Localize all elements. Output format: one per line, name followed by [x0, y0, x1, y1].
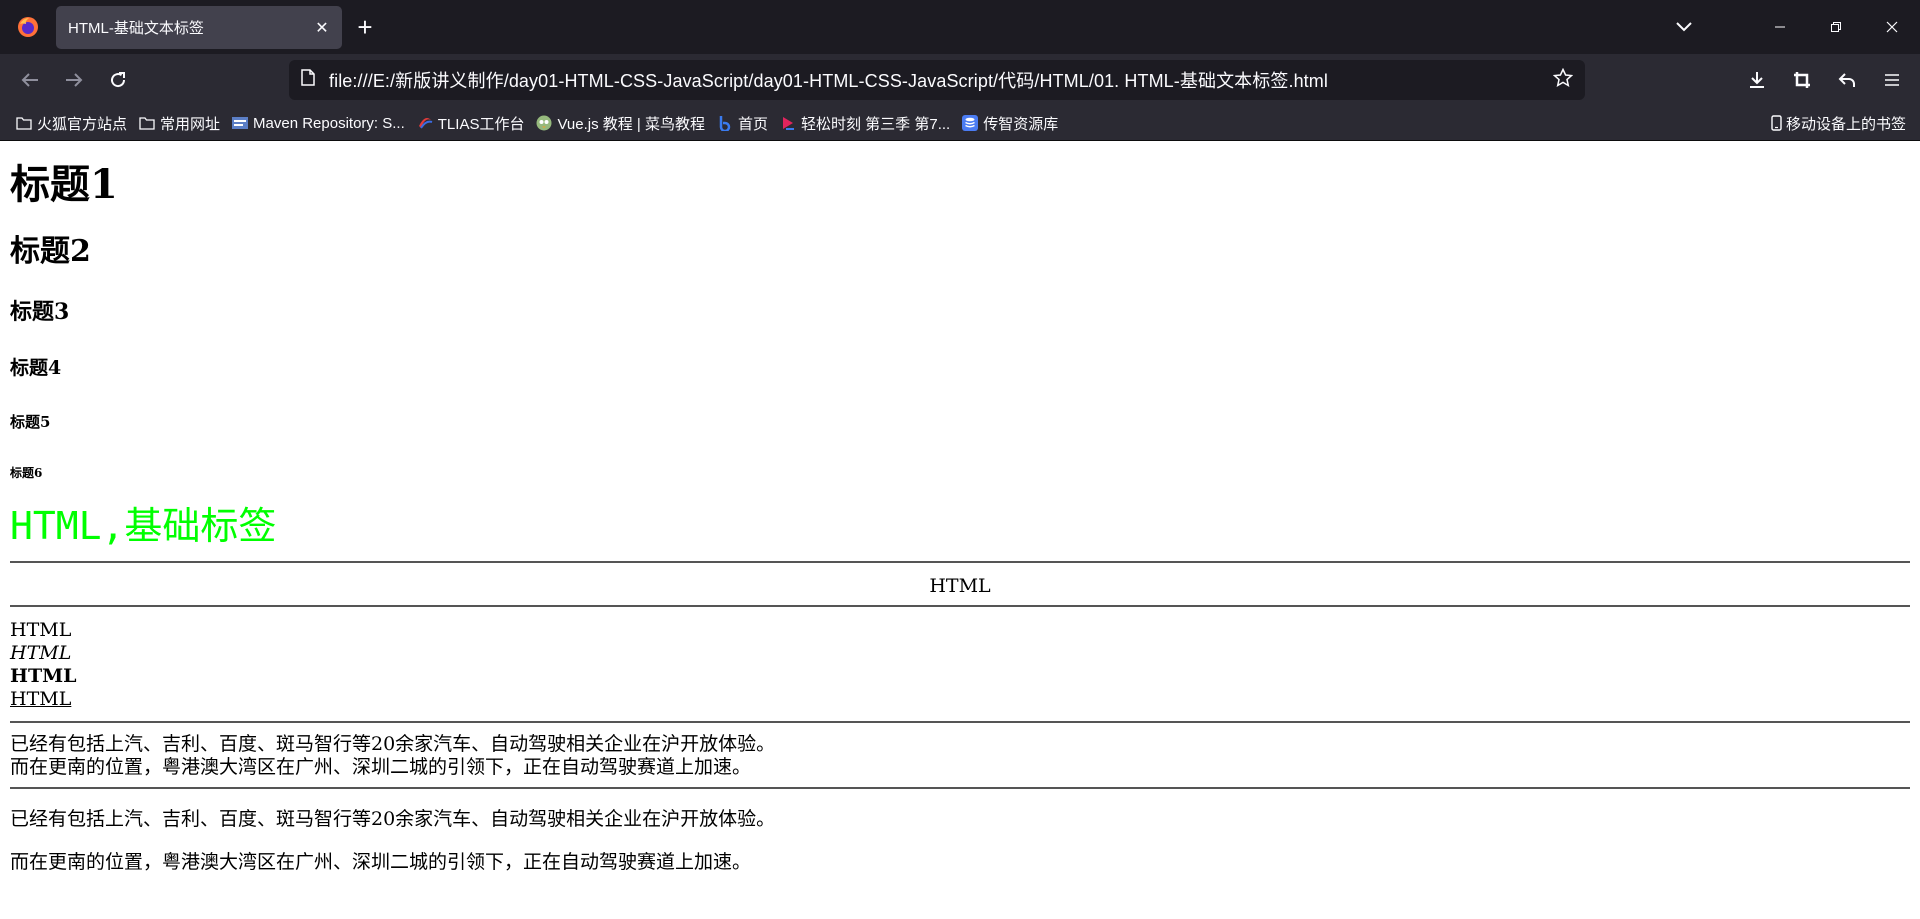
bookmark-item[interactable]: 首页 [713, 109, 772, 137]
paragraph: 而在更南的位置，粤港澳大湾区在广州、深圳二城的引领下，正在自动驾驶赛道上加速。 [10, 851, 752, 873]
navigation-toolbar: file:///E:/新版讲义制作/day01-HTML-CSS-JavaScr… [0, 54, 1920, 106]
close-tab-icon[interactable]: ✕ [312, 18, 332, 38]
page-file-icon [301, 69, 315, 91]
line-break-paragraph: 已经有包括上汽、吉利、百度、斑马智行等20余家汽车、自动驾驶相关企业在沪开放体验… [10, 733, 1910, 779]
tab-title: HTML-基础文本标签 [68, 20, 204, 37]
plain-text: HTML [10, 619, 72, 641]
heading-3: 标题3 [10, 299, 70, 325]
folder-icon [139, 115, 155, 131]
heading-5: 标题5 [10, 413, 51, 431]
heading-6: 标题6 [10, 466, 43, 480]
baidu-icon [717, 115, 733, 131]
firefox-logo-icon[interactable] [0, 0, 56, 54]
italic-text: HTML [10, 642, 1910, 665]
forward-arrow-icon[interactable] [52, 60, 96, 100]
bookmark-label: 轻松时刻 第三季 第7... [801, 115, 951, 133]
bookmark-item[interactable]: 轻松时刻 第三季 第7... [776, 109, 954, 137]
heading-2: 标题2 [10, 234, 91, 269]
mobile-bookmarks[interactable]: 移动设备上的书签 [1771, 109, 1906, 137]
bookmark-label: Vue.js 教程 | 菜鸟教程 [557, 115, 705, 133]
bookmark-label: 常用网址 [160, 115, 221, 133]
bookmark-label: 首页 [738, 115, 769, 133]
undo-arrow-icon[interactable] [1824, 60, 1869, 100]
tab-bar: HTML-基础文本标签 ✕ + [0, 0, 1920, 54]
screenshot-crop-icon[interactable] [1779, 60, 1824, 100]
database-icon [962, 115, 979, 131]
tlias-icon [417, 115, 433, 131]
mobile-device-icon [1771, 115, 1782, 131]
reload-icon[interactable] [96, 60, 140, 100]
folder-icon [16, 115, 32, 131]
centered-text: HTML [929, 575, 991, 597]
text-line: 而在更南的位置，粤港澳大湾区在广州、深圳二城的引领下，正在自动驾驶赛道上加速。 [10, 756, 752, 778]
heading-1: 标题1 [10, 161, 118, 208]
bookmark-item[interactable]: Maven Repository: S... [228, 109, 409, 137]
mobile-bookmarks-label: 移动设备上的书签 [1785, 115, 1906, 133]
formatted-text-group: HTML HTML HTML HTML [10, 619, 1910, 711]
menu-hamburger-icon[interactable] [1869, 60, 1914, 100]
underline-text-content: HTML [10, 688, 72, 710]
bookmark-label: TLIAS工作台 [437, 115, 525, 133]
bookmarks-toolbar: 火狐官方站点 常用网址 Maven Repository: S... TLIAS… [0, 106, 1920, 141]
heading-4: 标题4 [10, 357, 62, 379]
window-controls [1656, 0, 1920, 54]
horizontal-rule [10, 605, 1910, 607]
minimize-icon[interactable] [1752, 0, 1808, 54]
bookmark-item[interactable]: 常用网址 [135, 109, 224, 137]
list-all-tabs-icon[interactable] [1656, 0, 1712, 54]
toolbar-right-buttons [1734, 60, 1914, 100]
tab-active[interactable]: HTML-基础文本标签 ✕ [56, 6, 342, 49]
maven-icon [232, 115, 249, 131]
italic-text-content: HTML [10, 642, 72, 664]
bookmark-item[interactable]: 火狐官方站点 [12, 109, 131, 137]
new-tab-button[interactable]: + [342, 6, 388, 49]
bookmark-item[interactable]: Vue.js 教程 | 菜鸟教程 [532, 109, 709, 137]
bold-text: HTML [10, 665, 1910, 688]
page-content: 标题1 标题2 标题3 标题4 标题5 标题6 HTML,基础标签 HTML H… [0, 163, 1920, 874]
bookmark-item[interactable]: TLIAS工作台 [413, 109, 529, 137]
close-window-icon[interactable] [1864, 0, 1920, 54]
bookmark-label: 火狐官方站点 [37, 115, 128, 133]
bold-text-content: HTML [10, 665, 77, 687]
green-heading: HTML,基础标签 [10, 504, 277, 548]
paragraph: 已经有包括上汽、吉利、百度、斑马智行等20余家汽车、自动驾驶相关企业在沪开放体验… [10, 808, 776, 830]
restore-icon[interactable] [1808, 0, 1864, 54]
browser-chrome: HTML-基础文本标签 ✕ + file:///E:/新版讲义制作/day01-… [0, 0, 1920, 141]
back-arrow-icon[interactable] [8, 60, 52, 100]
bookmark-star-icon[interactable] [1552, 67, 1574, 93]
underline-text: HTML [10, 688, 1910, 711]
text-line: 已经有包括上汽、吉利、百度、斑马智行等20余家汽车、自动驾驶相关企业在沪开放体验… [10, 733, 776, 755]
bookmark-label: 传智资源库 [983, 115, 1059, 133]
horizontal-rule [10, 721, 1910, 723]
horizontal-rule [10, 787, 1910, 789]
url-text[interactable]: file:///E:/新版讲义制作/day01-HTML-CSS-JavaScr… [329, 67, 1553, 93]
downloads-icon[interactable] [1734, 60, 1779, 100]
bookmark-item[interactable]: 传智资源库 [958, 109, 1062, 137]
bookmark-label: Maven Repository: S... [253, 114, 405, 132]
url-bar[interactable]: file:///E:/新版讲义制作/day01-HTML-CSS-JavaScr… [289, 60, 1585, 100]
video-icon [780, 115, 796, 131]
runoob-icon [536, 115, 552, 131]
